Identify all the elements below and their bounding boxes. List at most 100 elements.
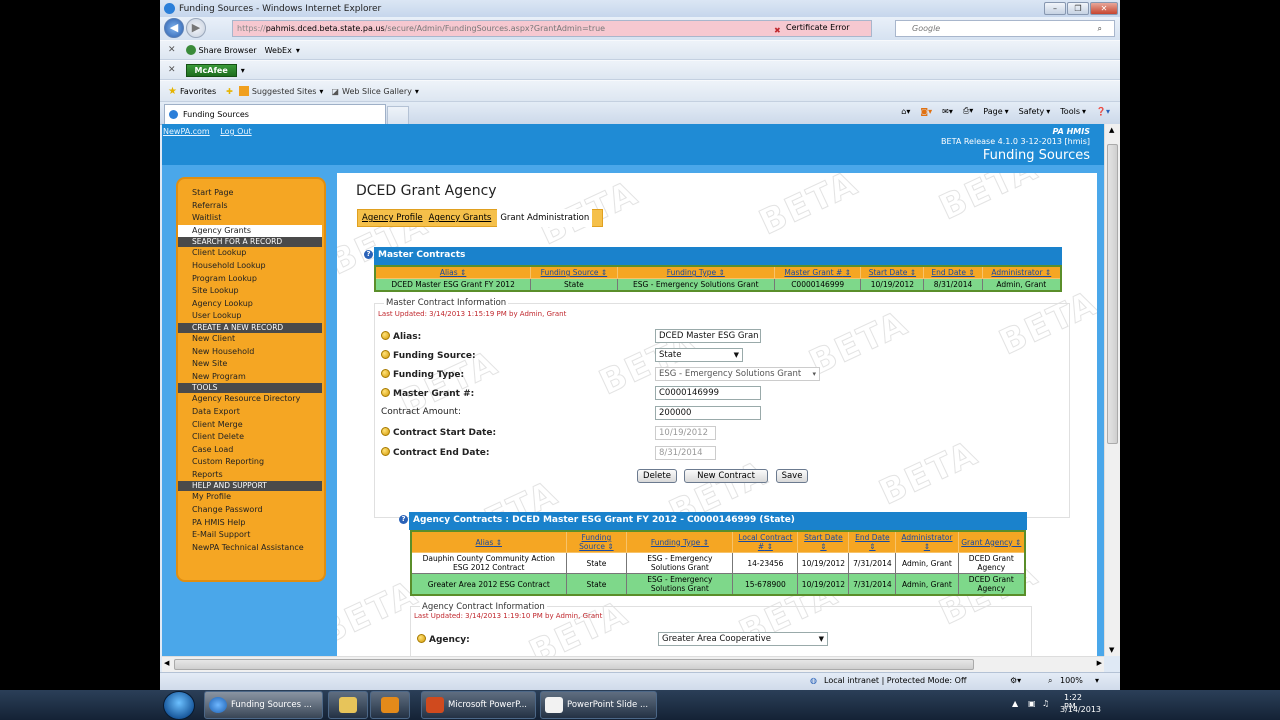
contract-amount-input[interactable]: 200000 <box>655 406 761 420</box>
close-window-button[interactable]: ✕ <box>1090 2 1118 15</box>
sidebar-item-user-lookup[interactable]: User Lookup <box>178 310 324 323</box>
sidebar-item-new-site[interactable]: New Site <box>178 358 324 371</box>
horizontal-scrollbar[interactable]: ◀ ▶ <box>162 656 1104 672</box>
sidebar-item-new-client[interactable]: New Client <box>178 333 324 346</box>
sidebar-item-agency-grants[interactable]: Agency Grants <box>178 224 322 238</box>
tab-agency-profile[interactable]: Agency Profile <box>362 210 423 226</box>
col-funding-type[interactable]: Funding Type ⇕ <box>616 265 776 279</box>
vertical-scrollbar[interactable]: ▲ ▼ <box>1104 124 1120 656</box>
newpa-link[interactable]: NewPA.com <box>163 127 210 136</box>
table-row[interactable]: Dauphin County Community Action ESG 2012… <box>410 552 1026 574</box>
start-button[interactable] <box>163 691 195 720</box>
tools-menu[interactable]: Tools <box>1060 107 1080 116</box>
col-end-date[interactable]: End Date ⇕ <box>848 530 897 553</box>
print-icon[interactable]: ⎙▾ <box>963 106 973 116</box>
sidebar-item-case-load[interactable]: Case Load <box>178 444 324 457</box>
add-favorite-icon[interactable]: ✚ <box>226 87 233 96</box>
chevron-down-icon[interactable]: ▾ <box>415 87 419 96</box>
sidebar-item-technical-assistance[interactable]: NewPA Technical Assistance <box>178 542 324 555</box>
network-icon[interactable]: ▣ <box>1028 699 1036 708</box>
col-funding-source[interactable]: Funding Source ⇕ <box>530 265 618 279</box>
scroll-left-icon[interactable]: ◀ <box>164 659 169 667</box>
agency-select[interactable]: Greater Area Cooperative ▼ <box>658 632 828 646</box>
share-browser-button[interactable]: Share Browser <box>199 46 257 55</box>
col-end-date[interactable]: End Date ⇕ <box>923 265 983 279</box>
sidebar-item-referrals[interactable]: Referrals <box>178 200 324 213</box>
page-menu[interactable]: Page <box>983 107 1002 116</box>
taskbar-item-slide[interactable]: PowerPoint Slide ... <box>540 691 657 719</box>
safety-menu[interactable]: Safety <box>1019 107 1045 116</box>
zoom-level[interactable]: 100% <box>1060 676 1083 685</box>
mail-icon[interactable]: ✉▾ <box>942 107 953 116</box>
sidebar-item-site-lookup[interactable]: Site Lookup <box>178 285 324 298</box>
minimize-button[interactable]: – <box>1044 2 1066 15</box>
delete-button[interactable]: Delete <box>637 469 677 483</box>
sidebar-item-data-export[interactable]: Data Export <box>178 406 324 419</box>
new-tab-button[interactable] <box>387 106 409 125</box>
sidebar-item-hmis-help[interactable]: PA HMIS Help <box>178 517 324 530</box>
chevron-down-icon[interactable]: ▾ <box>1005 107 1009 116</box>
help-icon[interactable]: ❓▾ <box>1096 107 1110 116</box>
taskbar-item-ie[interactable]: Funding Sources ... <box>204 691 323 719</box>
vertical-scroll-thumb[interactable] <box>1107 144 1118 444</box>
search-input[interactable]: Google ⌕ <box>895 20 1115 37</box>
home-icon[interactable]: ⌂▾ <box>901 107 910 116</box>
chevron-down-icon[interactable]: ▾ <box>1082 107 1086 116</box>
tray-arrow-icon[interactable]: ▲ <box>1012 699 1018 708</box>
close-toolbar-icon[interactable]: ✕ <box>168 45 176 55</box>
col-local-contract[interactable]: Local Contract # ⇕ <box>732 530 799 553</box>
scroll-up-icon[interactable]: ▲ <box>1109 126 1114 134</box>
sidebar-item-client-lookup[interactable]: Client Lookup <box>178 247 324 260</box>
save-button[interactable]: Save <box>776 469 808 483</box>
maximize-button[interactable]: ❐ <box>1067 2 1089 15</box>
col-administrator[interactable]: Administrator ⇕ <box>981 265 1062 279</box>
sidebar-item-agency-lookup[interactable]: Agency Lookup <box>178 298 324 311</box>
feeds-icon[interactable]: ◙▾ <box>920 107 932 116</box>
contract-start-input[interactable]: 10/19/2012 <box>655 426 716 440</box>
sidebar-item-program-lookup[interactable]: Program Lookup <box>178 273 324 286</box>
web-slice-gallery-button[interactable]: Web Slice Gallery <box>342 87 412 96</box>
sidebar-item-new-household[interactable]: New Household <box>178 346 324 359</box>
chevron-down-icon[interactable]: ▾ <box>296 46 300 55</box>
webex-button[interactable]: WebEx <box>265 46 292 55</box>
mcafee-button[interactable]: McAfee <box>185 63 237 77</box>
sidebar-item-change-password[interactable]: Change Password <box>178 504 324 517</box>
col-grant-agency[interactable]: Grant Agency ⇕ <box>957 530 1026 553</box>
logout-link[interactable]: Log Out <box>220 127 251 136</box>
col-start-date[interactable]: Start Date ⇕ <box>797 530 850 553</box>
certificate-error-button[interactable]: ✖ Certificate Error <box>772 20 850 37</box>
chevron-down-icon[interactable]: ▾ <box>1046 107 1050 116</box>
taskbar-item-media[interactable] <box>370 691 410 719</box>
chevron-down-icon[interactable]: ▾ <box>319 87 323 96</box>
table-row[interactable]: Greater Area 2012 ESG Contract State ESG… <box>410 573 1026 596</box>
sidebar-item-resource-directory[interactable]: Agency Resource Directory <box>178 393 324 406</box>
clock-date[interactable]: 3/14/2013 <box>1060 705 1101 714</box>
sidebar-item-client-delete[interactable]: Client Delete <box>178 431 324 444</box>
search-icon[interactable]: ⌕ <box>1098 21 1102 36</box>
sidebar-item-new-program[interactable]: New Program <box>178 371 324 384</box>
chevron-down-icon[interactable]: ▾ <box>1095 676 1099 685</box>
col-alias[interactable]: Alias ⇕ <box>374 265 532 279</box>
help-icon[interactable]: ? <box>399 515 408 524</box>
chevron-down-icon[interactable]: ▾ <box>241 66 245 75</box>
taskbar-item-powerpoint[interactable]: Microsoft PowerP... <box>421 691 536 719</box>
contract-end-input[interactable]: 8/31/2014 <box>655 446 716 460</box>
suggested-sites-button[interactable]: Suggested Sites <box>252 87 317 96</box>
alias-input[interactable]: DCED Master ESG Gran <box>655 329 761 343</box>
protected-mode-icon[interactable]: ⚙▾ <box>1010 676 1021 685</box>
new-contract-button[interactable]: New Contract <box>684 469 768 483</box>
col-administrator[interactable]: Administrator ⇕ <box>895 530 959 553</box>
tab-agency-grants[interactable]: Agency Grants <box>429 210 492 226</box>
sidebar-item-client-merge[interactable]: Client Merge <box>178 419 324 432</box>
back-button[interactable]: ◀ <box>164 18 184 38</box>
sidebar-item-start-page[interactable]: Start Page <box>178 187 324 200</box>
taskbar-item-explorer[interactable] <box>328 691 368 719</box>
scroll-down-icon[interactable]: ▼ <box>1109 646 1114 654</box>
col-master-grant[interactable]: Master Grant # ⇕ <box>774 265 862 279</box>
close-toolbar-icon[interactable]: ✕ <box>168 65 176 75</box>
scroll-right-icon[interactable]: ▶ <box>1097 659 1102 667</box>
tab-funding-sources[interactable]: Funding Sources <box>164 104 386 125</box>
sidebar-item-household-lookup[interactable]: Household Lookup <box>178 260 324 273</box>
favorites-button[interactable]: Favorites <box>180 87 216 96</box>
sidebar-item-custom-reporting[interactable]: Custom Reporting <box>178 456 324 469</box>
